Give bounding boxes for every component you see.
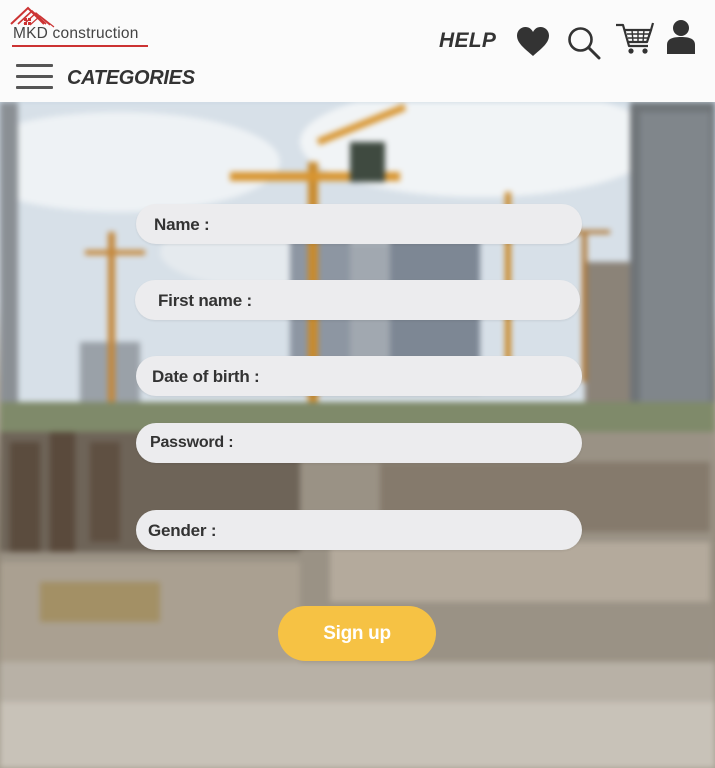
menu-icon[interactable] <box>16 64 54 90</box>
date-of-birth-label: Date of birth : <box>152 367 260 386</box>
logo-underline <box>12 45 148 47</box>
sign-up-button[interactable]: Sign up <box>278 606 436 661</box>
site-header: MKD construction HELP CATEGORIES <box>0 0 715 102</box>
first-name-label: First name : <box>158 291 252 310</box>
logo-text: MKD construction <box>13 25 139 42</box>
cart-icon[interactable] <box>615 21 655 57</box>
name-field[interactable]: Name : <box>136 204 582 244</box>
password-label: Password : <box>150 434 234 451</box>
gender-field[interactable]: Gender : <box>136 510 582 550</box>
gender-label: Gender : <box>148 521 217 540</box>
help-link[interactable]: HELP <box>439 29 496 53</box>
name-label: Name : <box>154 215 210 234</box>
date-of-birth-field[interactable]: Date of birth : <box>136 356 582 396</box>
search-icon[interactable] <box>567 26 601 60</box>
first-name-field[interactable]: First name : <box>135 280 580 320</box>
categories-link[interactable]: CATEGORIES <box>67 67 195 90</box>
mkd-construction-logo[interactable]: MKD construction <box>10 4 175 50</box>
user-icon[interactable] <box>666 19 696 55</box>
heart-icon[interactable] <box>516 26 550 58</box>
password-field[interactable]: Password : <box>136 423 582 463</box>
